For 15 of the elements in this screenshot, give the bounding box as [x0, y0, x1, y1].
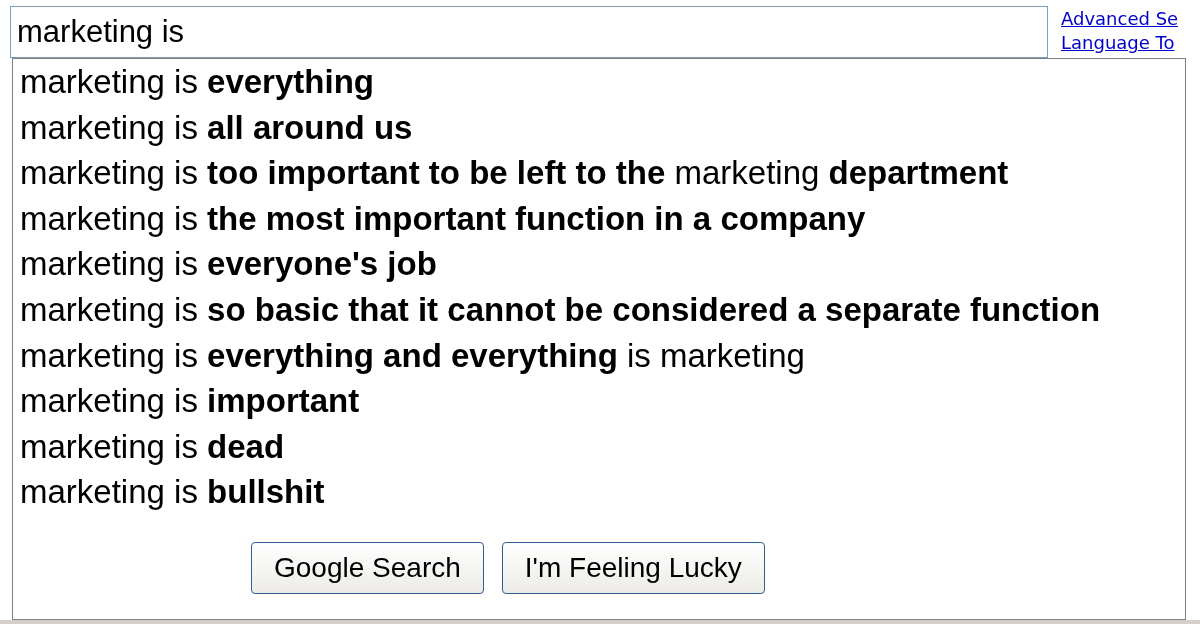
- search-button[interactable]: Google Search: [251, 541, 484, 594]
- suggestion-item[interactable]: marketing is too important to be left to the marketing department: [13, 150, 1185, 196]
- suggestion-item[interactable]: marketing is dead: [13, 423, 1185, 470]
- suggestion-item[interactable]: marketing is important: [13, 378, 1185, 424]
- link[interactable]: Language To: [1061, 32, 1179, 54]
- suggestion-item[interactable]: marketing is everything and everything is marketing: [13, 332, 1185, 379]
- suggestion-item[interactable]: marketing is everything: [13, 59, 1185, 105]
- suggestion-item[interactable]: marketing is all around us: [13, 104, 1185, 151]
- search-button[interactable]: I'm Feeling Lucky: [501, 541, 765, 594]
- link[interactable]: Advanced Se: [1061, 8, 1179, 30]
- search-field[interactable]: marketing is: [10, 6, 1048, 58]
- suggestion-item[interactable]: marketing is the most important function in a company: [13, 195, 1185, 242]
- suggestion-item[interactable]: marketing is everyone's job: [13, 241, 1185, 287]
- suggestion-item[interactable]: marketing is so basic that it cannot be considered a separate function: [13, 286, 1185, 333]
- suggestion-item[interactable]: marketing is bullshit: [13, 469, 1185, 515]
